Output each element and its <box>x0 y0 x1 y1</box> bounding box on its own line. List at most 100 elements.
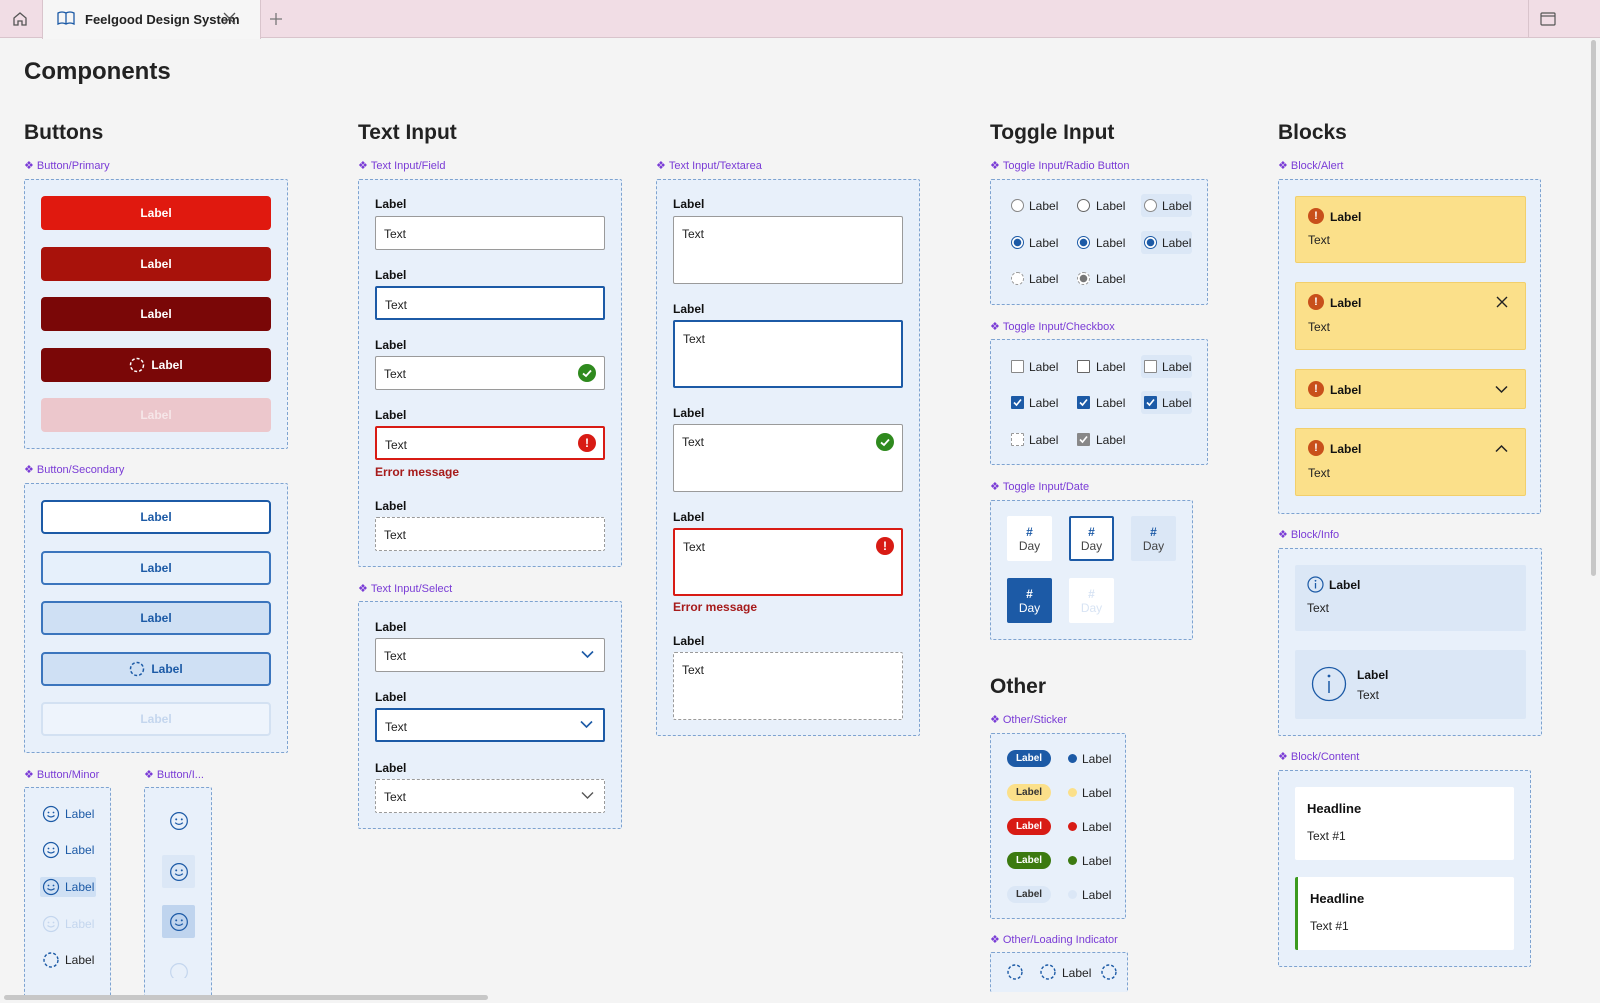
alert-title: Label <box>1330 210 1362 224</box>
panel-icon[interactable] <box>1528 0 1566 38</box>
secondary-button-pressed[interactable]: Label <box>41 601 271 635</box>
alert-text: Text <box>1308 233 1331 247</box>
info-block-large: Label Text <box>1295 650 1526 719</box>
icon-button-hover[interactable] <box>162 855 195 888</box>
checkbox-checked-pressed[interactable] <box>1144 396 1157 409</box>
secondary-button-hover[interactable]: Label <box>41 551 271 585</box>
alert-expanded[interactable]: ! Label Text <box>1295 428 1526 496</box>
checkbox-checked-disabled[interactable] <box>1077 433 1090 446</box>
close-icon[interactable] <box>223 12 246 28</box>
textarea-error[interactable]: Text ! <box>673 528 903 596</box>
status-dot-yellow <box>1068 788 1077 797</box>
close-icon[interactable] <box>1496 296 1508 308</box>
minor-button-disabled[interactable]: Label <box>40 914 96 934</box>
vertical-scrollbar[interactable] <box>1591 40 1596 576</box>
radio-button-pressed[interactable] <box>1144 199 1157 212</box>
checkbox-checked-hover[interactable] <box>1077 396 1090 409</box>
radio-button-hover[interactable] <box>1077 199 1090 212</box>
alert-collapsed[interactable]: ! Label <box>1295 369 1526 409</box>
text-field-focused[interactable]: Text <box>375 286 605 320</box>
checkbox-checked[interactable] <box>1011 396 1024 409</box>
select-label: Label <box>375 761 407 775</box>
icon-button-pressed[interactable] <box>162 905 195 938</box>
icon-button-disabled[interactable] <box>162 956 195 978</box>
horizontal-scrollbar[interactable] <box>4 995 488 1000</box>
content-headline: Headline <box>1307 801 1362 816</box>
primary-button-hover[interactable]: Label <box>41 247 271 281</box>
primary-button[interactable]: Label <box>41 196 271 230</box>
select-field[interactable]: Text <box>375 638 605 672</box>
component-label: ❖ Text Input/Textarea <box>656 160 762 172</box>
spinner-icon <box>1100 963 1118 981</box>
spinner-icon <box>129 661 145 677</box>
browser-tabbar: Feelgood Design System <box>0 0 1600 39</box>
minor-button-pressed[interactable]: Label <box>40 877 97 897</box>
radio-button-disabled[interactable] <box>1011 272 1024 285</box>
radio-button-checked-disabled[interactable] <box>1077 272 1090 285</box>
component-label: ❖ Block/Alert <box>1278 160 1344 172</box>
select-field-focused[interactable]: Text <box>375 708 605 742</box>
textarea-valid[interactable]: Text <box>673 424 903 492</box>
component-label: ❖ Button/Minor <box>24 769 100 781</box>
radio-button-checked[interactable] <box>1011 236 1024 249</box>
minor-button-hover[interactable]: Label <box>40 840 96 860</box>
checkbox-hover[interactable] <box>1077 360 1090 373</box>
sticker-label: Label <box>1082 820 1112 834</box>
select-field-disabled[interactable]: Text <box>375 779 605 813</box>
checkbox[interactable] <box>1011 360 1024 373</box>
text-field-valid[interactable]: Text <box>375 356 605 390</box>
radio-label: Label <box>1029 272 1059 286</box>
chevron-up-icon[interactable] <box>1495 444 1508 453</box>
icon-button[interactable] <box>162 804 195 837</box>
checkbox-label: Label <box>1029 360 1059 374</box>
sticker-green: Label <box>1007 852 1051 869</box>
sticker-blue: Label <box>1007 750 1051 767</box>
secondary-button-disabled[interactable]: Label <box>41 702 271 736</box>
radio-button[interactable] <box>1011 199 1024 212</box>
minor-button[interactable]: Label <box>40 804 96 824</box>
date-day-hover[interactable]: # Day <box>1131 516 1176 561</box>
checkbox-label: Label <box>1162 396 1192 410</box>
date-day-selected[interactable]: # Day <box>1007 578 1052 623</box>
text-field[interactable]: Text <box>375 216 605 250</box>
component-label: ❖ Button/Primary <box>24 160 110 172</box>
component-label: ❖ Toggle Input/Radio Button <box>990 160 1130 172</box>
alert-icon: ! <box>1308 440 1324 456</box>
chevron-down-icon <box>581 791 594 800</box>
tab-feelgood-design-system[interactable]: Feelgood Design System <box>42 0 261 39</box>
checkbox-label: Label <box>1096 360 1126 374</box>
new-tab-icon[interactable] <box>266 9 286 29</box>
text-field-error[interactable]: Text ! <box>375 426 605 460</box>
date-day[interactable]: # Day <box>1007 516 1052 561</box>
textarea-focused[interactable]: Text <box>673 320 903 388</box>
error-icon: ! <box>876 537 894 555</box>
primary-button-pressed[interactable]: Label <box>41 297 271 331</box>
error-message: Error message <box>375 465 460 479</box>
checkbox-disabled[interactable] <box>1011 433 1024 446</box>
secondary-button-loading[interactable]: Label <box>41 652 271 686</box>
primary-button-disabled[interactable]: Label <box>41 398 271 432</box>
textarea-label: Label <box>673 197 705 211</box>
minor-button-loading[interactable]: Label <box>40 950 96 970</box>
textarea[interactable]: Text <box>673 216 903 284</box>
home-icon[interactable] <box>10 9 30 29</box>
content-block: Headline Text #1 <box>1295 787 1514 860</box>
primary-button-loading[interactable]: Label <box>41 348 271 382</box>
text-field-disabled[interactable]: Text <box>375 517 605 551</box>
alert-text: Text <box>1308 466 1331 480</box>
sticker-yellow: Label <box>1007 784 1051 801</box>
error-icon: ! <box>578 434 596 452</box>
radio-button-checked-hover[interactable] <box>1077 236 1090 249</box>
checkbox-pressed[interactable] <box>1144 360 1157 373</box>
radio-label: Label <box>1096 272 1126 286</box>
secondary-button[interactable]: Label <box>41 500 271 534</box>
chevron-down-icon[interactable] <box>1495 385 1508 394</box>
textarea-disabled[interactable]: Text <box>673 652 903 720</box>
field-label: Label <box>375 268 407 282</box>
checkbox-label: Label <box>1029 433 1059 447</box>
date-day-disabled[interactable]: # Day <box>1069 578 1114 623</box>
radio-button-checked-pressed[interactable] <box>1144 236 1157 249</box>
date-day-focused[interactable]: # Day <box>1069 516 1114 561</box>
smiley-icon <box>42 878 60 896</box>
sticker-label: Label <box>1082 752 1112 766</box>
